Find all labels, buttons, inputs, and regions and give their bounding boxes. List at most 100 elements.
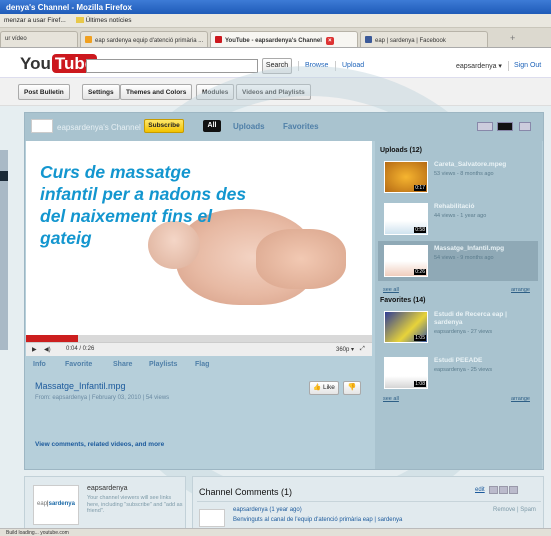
upload-title: Careta_Salvatore.mpeg <box>434 161 507 168</box>
tab-flag[interactable]: Flag <box>195 361 209 368</box>
volume-icon[interactable]: ◀) <box>44 346 51 353</box>
folder-icon <box>75 17 84 23</box>
tab-playlists[interactable]: Playlists <box>149 361 177 368</box>
browser-tab-active[interactable]: YouTube - eapsardenya's Channel × <box>210 31 358 47</box>
browser-tab[interactable]: eap | sardenya | Facebook <box>360 31 488 47</box>
tab-favorites[interactable]: Favorites <box>283 122 319 131</box>
play-icon[interactable]: ▶ <box>32 346 37 353</box>
video-meta: From: eapsardenya | February 03, 2010 | … <box>35 395 170 401</box>
favorite-title: Estudi PEEADE <box>434 357 483 364</box>
comments-title: Channel Comments (1) <box>199 487 293 497</box>
upload-item[interactable]: 0:17 Careta_Salvatore.mpeg 53 views - 8 … <box>378 157 538 197</box>
video-thumbnail: 0:17 <box>384 161 428 193</box>
favorite-meta: eapsardenya - 27 views <box>434 329 493 335</box>
video-slide-title: Curs de massatge infantil per a nadons d… <box>40 161 250 249</box>
sign-out-link[interactable]: Sign Out <box>514 62 541 69</box>
bookmarks-toolbar: menzar a usar Firef... Últimes notícies <box>0 14 551 28</box>
themes-colors-button[interactable]: Themes and Colors <box>120 84 193 100</box>
favorites-arrange-link[interactable]: arrange <box>511 396 530 402</box>
move-up-icon[interactable] <box>489 486 498 494</box>
duration-badge: 1:05 <box>414 335 426 341</box>
eap-favicon-icon <box>85 36 92 43</box>
tab-info[interactable]: Info <box>33 361 46 368</box>
profile-logo: eap|sardenya <box>33 485 79 525</box>
account-menu[interactable]: eapsardenya ▾ <box>456 62 502 70</box>
comment-actions[interactable]: Remove | Spam <box>493 507 536 513</box>
tab-label: eap sardenya equip d'atenció primària ..… <box>95 38 204 44</box>
search-input[interactable] <box>86 59 258 73</box>
favorites-see-all-link[interactable]: see all <box>383 396 399 402</box>
comments-edit-link[interactable]: edit <box>475 487 485 493</box>
uploads-heading: Uploads (12) <box>380 147 423 154</box>
browser-tab[interactable]: eap sardenya equip d'atenció primària ..… <box>80 31 208 47</box>
upload-item[interactable]: 0:58 Rehabilitació 44 views - 1 year ago <box>378 199 538 239</box>
comment-author[interactable]: eapsardenya (1 year ago) <box>233 507 302 513</box>
profile-note: Your channel viewers will see links here… <box>87 495 183 514</box>
view-comments-link[interactable]: View comments, related videos, and more <box>35 441 164 448</box>
favorite-item[interactable]: 1:05 Estudi de Recerca eap | sardenya ea… <box>378 307 538 353</box>
move-down-icon[interactable] <box>499 486 508 494</box>
window-edge-marker <box>0 171 8 181</box>
progress-bar[interactable] <box>26 335 372 342</box>
close-tab-icon[interactable]: × <box>325 37 334 45</box>
favorite-meta: eapsardenya - 25 views <box>434 367 493 373</box>
time-display: 0:04 / 0:26 <box>66 346 95 352</box>
bookmark-folder[interactable]: Últimes notícies <box>75 17 140 24</box>
status-bar: Build loading... youtube.com <box>0 528 551 536</box>
like-button[interactable]: 👍 Like <box>309 381 339 395</box>
channel-name[interactable]: eapsardenya's Channel <box>57 123 141 132</box>
uploads-arrange-link[interactable]: arrange <box>511 287 530 293</box>
upload-item-selected[interactable]: 0:26 Massatge_Infantil.mpg 54 views - 9 … <box>378 241 538 281</box>
logo-you: You <box>20 54 51 73</box>
thumbs-up-icon: 👍 <box>313 384 322 391</box>
tab-uploads[interactable]: Uploads <box>233 122 265 131</box>
tab-share[interactable]: Share <box>113 361 132 368</box>
tab-favorite[interactable]: Favorite <box>65 361 92 368</box>
video-thumbnail: 0:58 <box>384 203 428 235</box>
subscribe-button[interactable]: Subscribe <box>144 119 184 133</box>
grid-view-toggle[interactable] <box>477 122 493 131</box>
post-bulletin-button[interactable]: Post Bulletin <box>18 84 70 100</box>
tab-label: YouTube - eapsardenya's Channel <box>225 38 322 44</box>
logo-sardenya: sardenya <box>48 501 75 507</box>
window-titlebar: denya's Channel - Mozilla Firefox <box>0 0 551 14</box>
player-view-toggle[interactable] <box>497 122 513 131</box>
new-tab-button[interactable]: + <box>510 33 515 43</box>
browser-tab[interactable]: ur vídeo <box>0 31 78 47</box>
browser-tab-strip: ur vídeo eap sardenya equip d'atenció pr… <box>0 28 551 48</box>
bookmark-item[interactable]: menzar a usar Firef... <box>4 17 66 24</box>
fullscreen-icon[interactable]: ⤢ <box>360 346 365 353</box>
window-title: denya's Channel - Mozilla Firefox <box>6 3 132 12</box>
close-module-icon[interactable] <box>509 486 518 494</box>
uploads-see-all-link[interactable]: see all <box>383 287 399 293</box>
duration-badge: 0:26 <box>414 269 426 275</box>
upload-meta: 53 views - 8 months ago <box>434 171 494 177</box>
video-info-tabs: Info Favorite Share Playlists Flag <box>25 359 373 373</box>
video-thumbnail: 0:26 <box>384 245 428 277</box>
video-player[interactable]: Curs de massatge infantil per a nadons d… <box>26 141 372 335</box>
list-view-toggle[interactable] <box>519 122 531 131</box>
channel-header: eapsardenya's Channel Subscribe All Uplo… <box>25 113 543 141</box>
hand-image <box>256 229 346 289</box>
channel-box: eapsardenya's Channel Subscribe All Uplo… <box>24 112 544 470</box>
tab-all[interactable]: All <box>203 120 221 132</box>
profile-name: eapsardenya <box>87 485 128 492</box>
upload-title: Massatge_Infantil.mpg <box>434 245 505 252</box>
tab-label: ur vídeo <box>5 36 27 42</box>
uploads-favorites-column: Uploads (12) 0:17 Careta_Salvatore.mpeg … <box>375 141 542 469</box>
dislike-button[interactable]: 👎 <box>343 381 361 395</box>
upload-meta: 54 views - 9 months ago <box>434 255 494 261</box>
settings-button[interactable]: Settings <box>82 84 120 100</box>
tab-label: eap | sardenya | Facebook <box>375 38 446 44</box>
bookmark-label: Últimes notícies <box>85 17 132 24</box>
slide-title-text: Curs de massatge infantil per a nadons d… <box>40 162 247 248</box>
upload-meta: 44 views - 1 year ago <box>434 213 487 219</box>
youtube-favicon-icon <box>215 36 222 43</box>
status-text: Build loading... youtube.com <box>6 530 69 536</box>
channel-comments-box: Channel Comments (1) edit eapsardenya (1… <box>192 476 544 536</box>
quality-selector[interactable]: 360p ▾ <box>336 346 354 353</box>
like-label: Like <box>322 384 335 391</box>
thumbs-down-icon: 👎 <box>347 384 357 391</box>
favorite-item[interactable]: 1:08 Estudi PEEADE eapsardenya - 25 view… <box>378 353 538 393</box>
comment-text: Benvinguts al canal de l'equip d'atenció… <box>233 517 403 523</box>
